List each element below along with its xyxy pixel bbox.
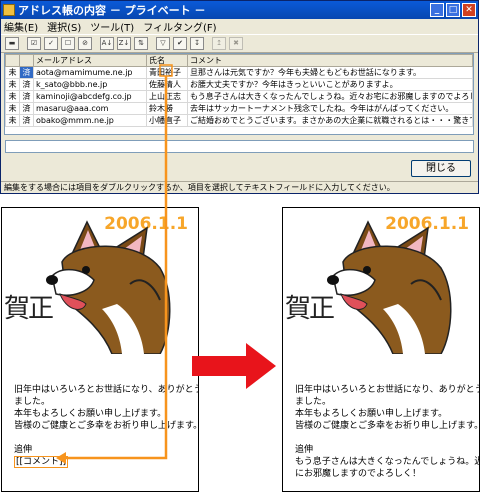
email-cell[interactable]: masaru@aaa.com: [33, 102, 147, 115]
name-cell[interactable]: 青田裕子: [146, 66, 188, 79]
postcard-template: 2006.1.1 賀正 旧年中はいろいろとお世話になり、ありがとうござい ました…: [1, 207, 199, 492]
sent-flag[interactable]: 済: [19, 78, 34, 91]
table-header-row: メールアドレス 氏名 コメント: [5, 54, 473, 67]
message-line: 本年もよろしくお願い申し上げます。: [295, 409, 448, 419]
export-icon[interactable]: ↥: [212, 37, 226, 50]
greeting-kanji: 賀正: [4, 294, 54, 324]
email-cell[interactable]: k_sato@bbb.ne.jp: [33, 78, 147, 91]
message-line: 皆様のご健康とご多幸をお祈り申し上げます。: [295, 421, 480, 431]
sort-ascending-icon[interactable]: A↓: [100, 37, 114, 50]
message-line: 本年もよろしくお願い申し上げます。: [14, 409, 167, 419]
sort-icon[interactable]: ⇅: [134, 37, 148, 50]
message-line: 皆様のご健康とご多幸をお祈り申し上げます。: [14, 421, 199, 431]
sent-flag[interactable]: 済: [19, 114, 34, 127]
comment-cell[interactable]: 去年はサッカートーナメント残念でしたね。今年はがんばってください。: [187, 102, 473, 115]
name-cell[interactable]: 鈴木勝: [146, 102, 188, 115]
column-header-flag1[interactable]: [5, 54, 20, 67]
table-row[interactable]: 未 済 aota@mamimume.ne.jp 青田裕子 旦那さんは元気ですか？…: [5, 66, 473, 79]
message-line: 旧年中はいろいろとお世話になり、ありがとうござい: [295, 385, 479, 395]
toolbar: ▬ ☑ ✓ ☐ ⊘ A↓ Z↓ ⇅ ▽ ✔ ↧ ↥ ✖: [1, 34, 478, 53]
close-button[interactable]: 閉じる: [411, 160, 471, 177]
address-book-window: アドレス帳の内容 － プライベート － _ □ ✕ 編集(E) 選択(S) ツー…: [0, 0, 479, 194]
maximize-button[interactable]: □: [446, 3, 460, 17]
card-message: 旧年中はいろいろとお世話になり、ありがとうござい ました。 本年もよろしくお願い…: [14, 384, 199, 468]
title-bar[interactable]: アドレス帳の内容 － プライベート － _ □ ✕: [1, 1, 478, 19]
delete-icon[interactable]: ✖: [229, 37, 243, 50]
red-arrow-icon: [192, 343, 276, 389]
column-header-comment[interactable]: コメント: [187, 54, 473, 67]
unsent-flag[interactable]: 未: [5, 114, 20, 127]
email-cell[interactable]: obako@mmm.ne.jp: [33, 114, 147, 127]
greeting-kanji: 賀正: [285, 294, 335, 324]
close-window-button[interactable]: ✕: [462, 3, 476, 17]
edit-text-field[interactable]: [5, 140, 474, 153]
column-header-name[interactable]: 氏名: [146, 54, 188, 67]
filter-check-icon[interactable]: ✔: [173, 37, 187, 50]
dog-illustration: [46, 220, 171, 354]
address-table[interactable]: メールアドレス 氏名 コメント 未 済 aota@mamimume.ne.jp …: [4, 53, 474, 135]
email-cell[interactable]: kaminoji@abcdefg.co.jp: [33, 90, 147, 103]
name-cell[interactable]: 上山正志: [146, 90, 188, 103]
minimize-button[interactable]: _: [430, 3, 444, 17]
postcard-result: 2006.1.1 賀正 旧年中はいろいろとお世話になり、ありがとうござい ました…: [282, 207, 480, 492]
status-bar: 編集をする場合には項目をダブルクリックするか、項目を選択してテキストフィールドに…: [1, 181, 478, 193]
sent-flag[interactable]: 済: [19, 90, 34, 103]
name-cell[interactable]: 小幡直子: [146, 114, 188, 127]
new-entry-icon[interactable]: ▬: [5, 37, 19, 50]
message-line: 旧年中はいろいろとお世話になり、ありがとうござい: [14, 385, 198, 395]
sent-flag[interactable]: 済: [19, 66, 34, 79]
sent-flag[interactable]: 済: [19, 102, 34, 115]
comment-placeholder: [[コメント]]: [14, 456, 69, 468]
dog-illustration: [327, 220, 452, 354]
table-row[interactable]: 未 済 masaru@aaa.com 鈴木勝 去年はサッカートーナメント残念でし…: [5, 102, 473, 115]
menu-bar: 編集(E) 選択(S) ツール(T) フィルタング(F): [1, 19, 478, 34]
comment-cell[interactable]: 旦那さんは元気ですか？今年も夫婦ともどもお世話になります。: [187, 66, 473, 79]
message-line: ました。: [295, 397, 332, 407]
table-row[interactable]: 未 済 obako@mmm.ne.jp 小幡直子 ご結婚おめでとうございます。ま…: [5, 114, 473, 127]
clear-icon[interactable]: ⊘: [78, 37, 92, 50]
merged-comment-line: にお邪魔しますのでよろしく！: [295, 469, 422, 479]
unsent-flag[interactable]: 未: [5, 90, 20, 103]
email-cell[interactable]: aota@mamimume.ne.jp: [33, 66, 147, 79]
postscript-label: 追伸: [295, 445, 314, 455]
select-all-icon[interactable]: ☑: [27, 37, 41, 50]
menu-select[interactable]: 選択(S): [47, 19, 81, 34]
table-row[interactable]: 未 済 k_sato@bbb.ne.jp 佐藤清人 お腰大丈夫ですか？今年はきっ…: [5, 78, 473, 91]
column-header-email[interactable]: メールアドレス: [33, 54, 147, 67]
uncheck-icon[interactable]: ☐: [61, 37, 75, 50]
column-header-flag2[interactable]: [19, 54, 34, 67]
unsent-flag[interactable]: 未: [5, 78, 20, 91]
unsent-flag[interactable]: 未: [5, 66, 20, 79]
unsent-flag[interactable]: 未: [5, 102, 20, 115]
window-title: アドレス帳の内容 － プライベート －: [18, 4, 206, 17]
merged-comment-line: もう息子さんは大きくなったんでしょうね。近々お宅: [295, 457, 479, 467]
card-message: 旧年中はいろいろとお世話になり、ありがとうござい ました。 本年もよろしくお願い…: [295, 384, 480, 480]
sort-descending-icon[interactable]: Z↓: [117, 37, 131, 50]
comment-cell[interactable]: お腰大丈夫ですか？今年はきっといいことがありますよ。: [187, 78, 473, 91]
import-icon[interactable]: ↧: [190, 37, 204, 50]
menu-tools[interactable]: ツール(T): [90, 19, 134, 34]
name-cell[interactable]: 佐藤清人: [146, 78, 188, 91]
postscript-label: 追伸: [14, 445, 33, 455]
menu-edit[interactable]: 編集(E): [4, 19, 38, 34]
check-icon[interactable]: ✓: [44, 37, 58, 50]
comment-cell[interactable]: もう息子さんは大きくなったんでしょうね。近々お宅にお邪魔しますのでよろしく！: [187, 90, 473, 103]
app-icon: [3, 4, 15, 16]
comment-cell[interactable]: ご結婚おめでとうございます。まさかあの大企業に就職されるとは・・・驚きです。: [187, 114, 473, 127]
menu-filter[interactable]: フィルタング(F): [143, 19, 216, 34]
table-row[interactable]: 未 済 kaminoji@abcdefg.co.jp 上山正志 もう息子さんは大…: [5, 90, 473, 103]
filter-icon[interactable]: ▽: [156, 37, 170, 50]
message-line: ました。: [14, 397, 51, 407]
